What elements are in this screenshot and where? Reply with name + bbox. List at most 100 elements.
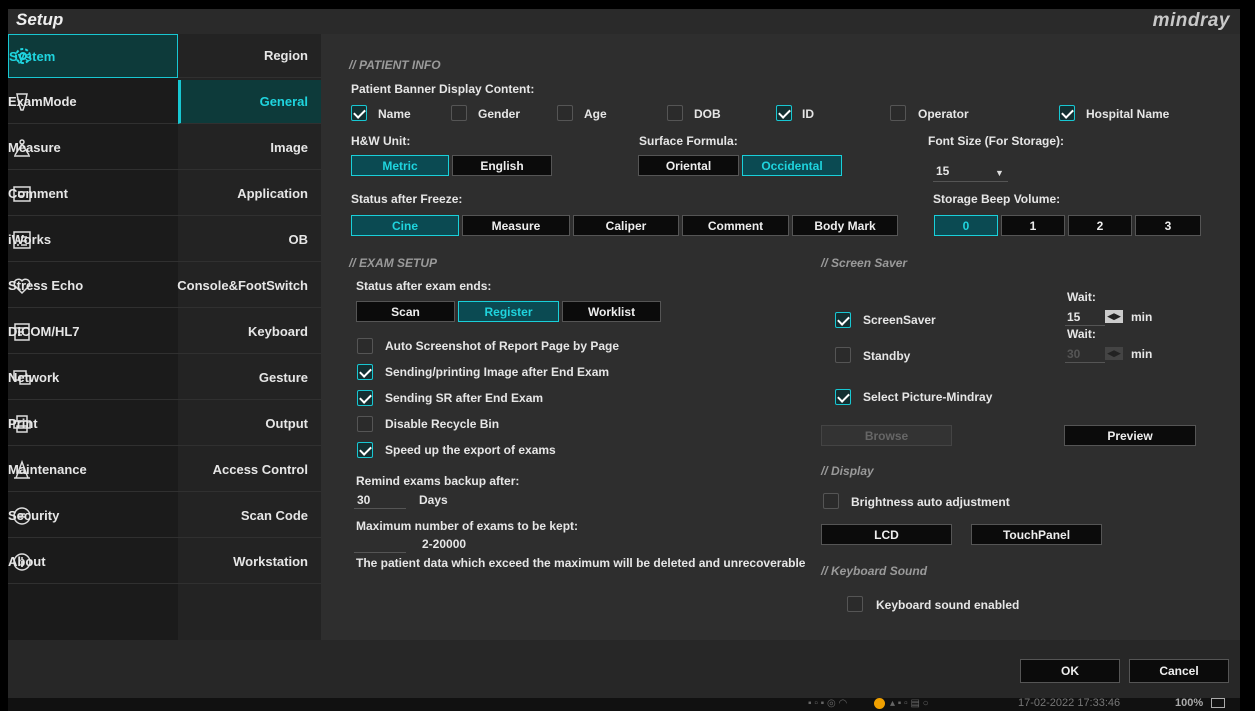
- comment-button[interactable]: Comment: [682, 215, 789, 236]
- subnav-item-application[interactable]: Application: [178, 172, 321, 216]
- preview-button[interactable]: Preview: [1064, 425, 1196, 446]
- age-label: Age: [584, 107, 607, 121]
- subnav-item-console-footswitch[interactable]: Console&FootSwitch: [177, 264, 321, 308]
- nav-item-network[interactable]: Network: [8, 356, 178, 400]
- nav-label: Security: [8, 508, 60, 523]
- nav-label: About: [8, 554, 46, 569]
- nav-item-iworks[interactable]: iWorks: [8, 218, 178, 262]
- brightness-label: Brightness auto adjustment: [851, 495, 1010, 509]
- subnav-item-access-control[interactable]: Access Control: [178, 448, 321, 492]
- gender-label: Gender: [478, 107, 521, 121]
- brightness-checkbox[interactable]: [823, 493, 839, 509]
- subnav-item-workstation[interactable]: Workstation: [178, 540, 321, 584]
- subnav-item-ob[interactable]: OB: [178, 218, 321, 262]
- hospital-name-label: Hospital Name: [1086, 107, 1170, 121]
- id-label: ID: [802, 107, 814, 121]
- register-button[interactable]: Register: [458, 301, 559, 322]
- disable-recycle-checkbox[interactable]: [357, 416, 373, 432]
- wait1-underline: [1065, 325, 1105, 326]
- subnav-item-gesture[interactable]: Gesture: [178, 356, 321, 400]
- cine-button[interactable]: Cine: [351, 215, 459, 236]
- section-screen-saver: // Screen Saver: [821, 256, 908, 270]
- font-size-value[interactable]: 15: [936, 164, 949, 178]
- secondary-nav: Region General Image Application OB Cons…: [177, 34, 321, 640]
- nav-item-exammode[interactable]: ExamMode: [8, 80, 178, 124]
- touchpanel-button[interactable]: TouchPanel: [971, 524, 1102, 545]
- sending-printing-checkbox[interactable]: [357, 364, 373, 380]
- nav-label: Measure: [8, 140, 61, 155]
- keyboard-sound-checkbox[interactable]: [847, 596, 863, 612]
- max-exams-input[interactable]: [354, 552, 406, 553]
- banner-content-label: Patient Banner Display Content:: [351, 82, 535, 96]
- remind-days-input[interactable]: 30: [357, 493, 370, 507]
- body-mark-button[interactable]: Body Mark: [792, 215, 898, 236]
- metric-button[interactable]: Metric: [351, 155, 449, 176]
- subnav-item-image[interactable]: Image: [178, 126, 321, 170]
- subnav-item-scan-code[interactable]: Scan Code: [178, 494, 321, 538]
- english-button[interactable]: English: [452, 155, 552, 176]
- measure-button[interactable]: Measure: [462, 215, 570, 236]
- subnav-item-general[interactable]: General: [178, 80, 321, 124]
- subnav-item-output[interactable]: Output: [178, 402, 321, 446]
- nav-label: Stress Echo: [8, 278, 84, 293]
- beep-2-button[interactable]: 2: [1068, 215, 1132, 236]
- oriental-button[interactable]: Oriental: [638, 155, 739, 176]
- beep-3-button[interactable]: 3: [1135, 215, 1201, 236]
- browse-button[interactable]: Browse: [821, 425, 952, 446]
- subnav-item-keyboard[interactable]: Keyboard: [178, 310, 321, 354]
- auto-screenshot-label: Auto Screenshot of Report Page by Page: [385, 339, 620, 353]
- nav-label: iWorks: [8, 232, 52, 247]
- nav-item-stress-echo[interactable]: Stress Echo: [8, 264, 178, 308]
- wait-label: Wait:: [1067, 290, 1096, 304]
- dob-label: DOB: [694, 107, 721, 121]
- standby-checkbox[interactable]: [835, 347, 851, 363]
- disable-recycle-label: Disable Recycle Bin: [385, 417, 500, 431]
- hospital-name-checkbox[interactable]: [1059, 105, 1075, 121]
- nav-item-print[interactable]: Print: [8, 402, 178, 446]
- freeze-label: Status after Freeze:: [351, 192, 463, 206]
- beep-1-button[interactable]: 1: [1001, 215, 1065, 236]
- caliper-button[interactable]: Caliper: [573, 215, 679, 236]
- brand-logo: mindray: [1152, 10, 1230, 31]
- ok-button[interactable]: OK: [1020, 659, 1120, 683]
- wait-value-2[interactable]: 30: [1067, 347, 1080, 361]
- screensaver-label: ScreenSaver: [863, 313, 936, 327]
- worklist-button[interactable]: Worklist: [562, 301, 661, 322]
- beep-0-button[interactable]: 0: [934, 215, 998, 236]
- nav-item-maintenance[interactable]: Maintenance: [8, 448, 178, 492]
- section-exam-setup: // EXAM SETUP: [349, 256, 438, 270]
- age-checkbox[interactable]: [557, 105, 573, 121]
- speed-export-checkbox[interactable]: [357, 442, 373, 458]
- nav-item-security[interactable]: Security: [8, 494, 178, 538]
- chevron-down-icon[interactable]: ▼: [995, 168, 1004, 178]
- auto-screenshot-checkbox[interactable]: [357, 338, 373, 354]
- lcd-button[interactable]: LCD: [821, 524, 952, 545]
- min-label-1: min: [1131, 310, 1153, 324]
- nav-item-about[interactable]: About: [8, 540, 178, 584]
- dob-checkbox[interactable]: [667, 105, 683, 121]
- warning-icon[interactable]: [874, 698, 885, 709]
- stepper-disabled-icon[interactable]: ◀▶: [1105, 347, 1123, 360]
- days-unit-label: Days: [419, 493, 448, 507]
- sending-sr-checkbox[interactable]: [357, 390, 373, 406]
- gender-checkbox[interactable]: [451, 105, 467, 121]
- nav-item-system[interactable]: System: [8, 34, 178, 78]
- battery-icon: [1211, 698, 1225, 708]
- stepper-icon[interactable]: ◀▶: [1105, 310, 1123, 323]
- name-checkbox[interactable]: [351, 105, 367, 121]
- nav-item-comment[interactable]: Comment: [8, 172, 178, 216]
- occidental-button[interactable]: Occidental: [742, 155, 842, 176]
- nav-item-dicom[interactable]: DICOM/HL7: [8, 310, 178, 354]
- id-checkbox[interactable]: [776, 105, 792, 121]
- scan-button[interactable]: Scan: [356, 301, 455, 322]
- subnav-item-region[interactable]: Region: [178, 34, 321, 78]
- nav-item-measure[interactable]: Measure: [8, 126, 178, 170]
- cancel-button[interactable]: Cancel: [1129, 659, 1229, 683]
- section-keyboard-sound: // Keyboard Sound: [821, 564, 928, 578]
- screensaver-checkbox[interactable]: [835, 312, 851, 328]
- select-picture-checkbox[interactable]: [835, 389, 851, 405]
- status-bar: ▪ ▫ ▪ ◎ ◠ ▴ ▪ ▫ ▤ ○ 17-02-2022 17:33:46 …: [8, 697, 1240, 711]
- wait-value-1[interactable]: 15: [1067, 310, 1080, 324]
- operator-checkbox[interactable]: [890, 105, 906, 121]
- select-picture-label: Select Picture-Mindray: [863, 390, 993, 404]
